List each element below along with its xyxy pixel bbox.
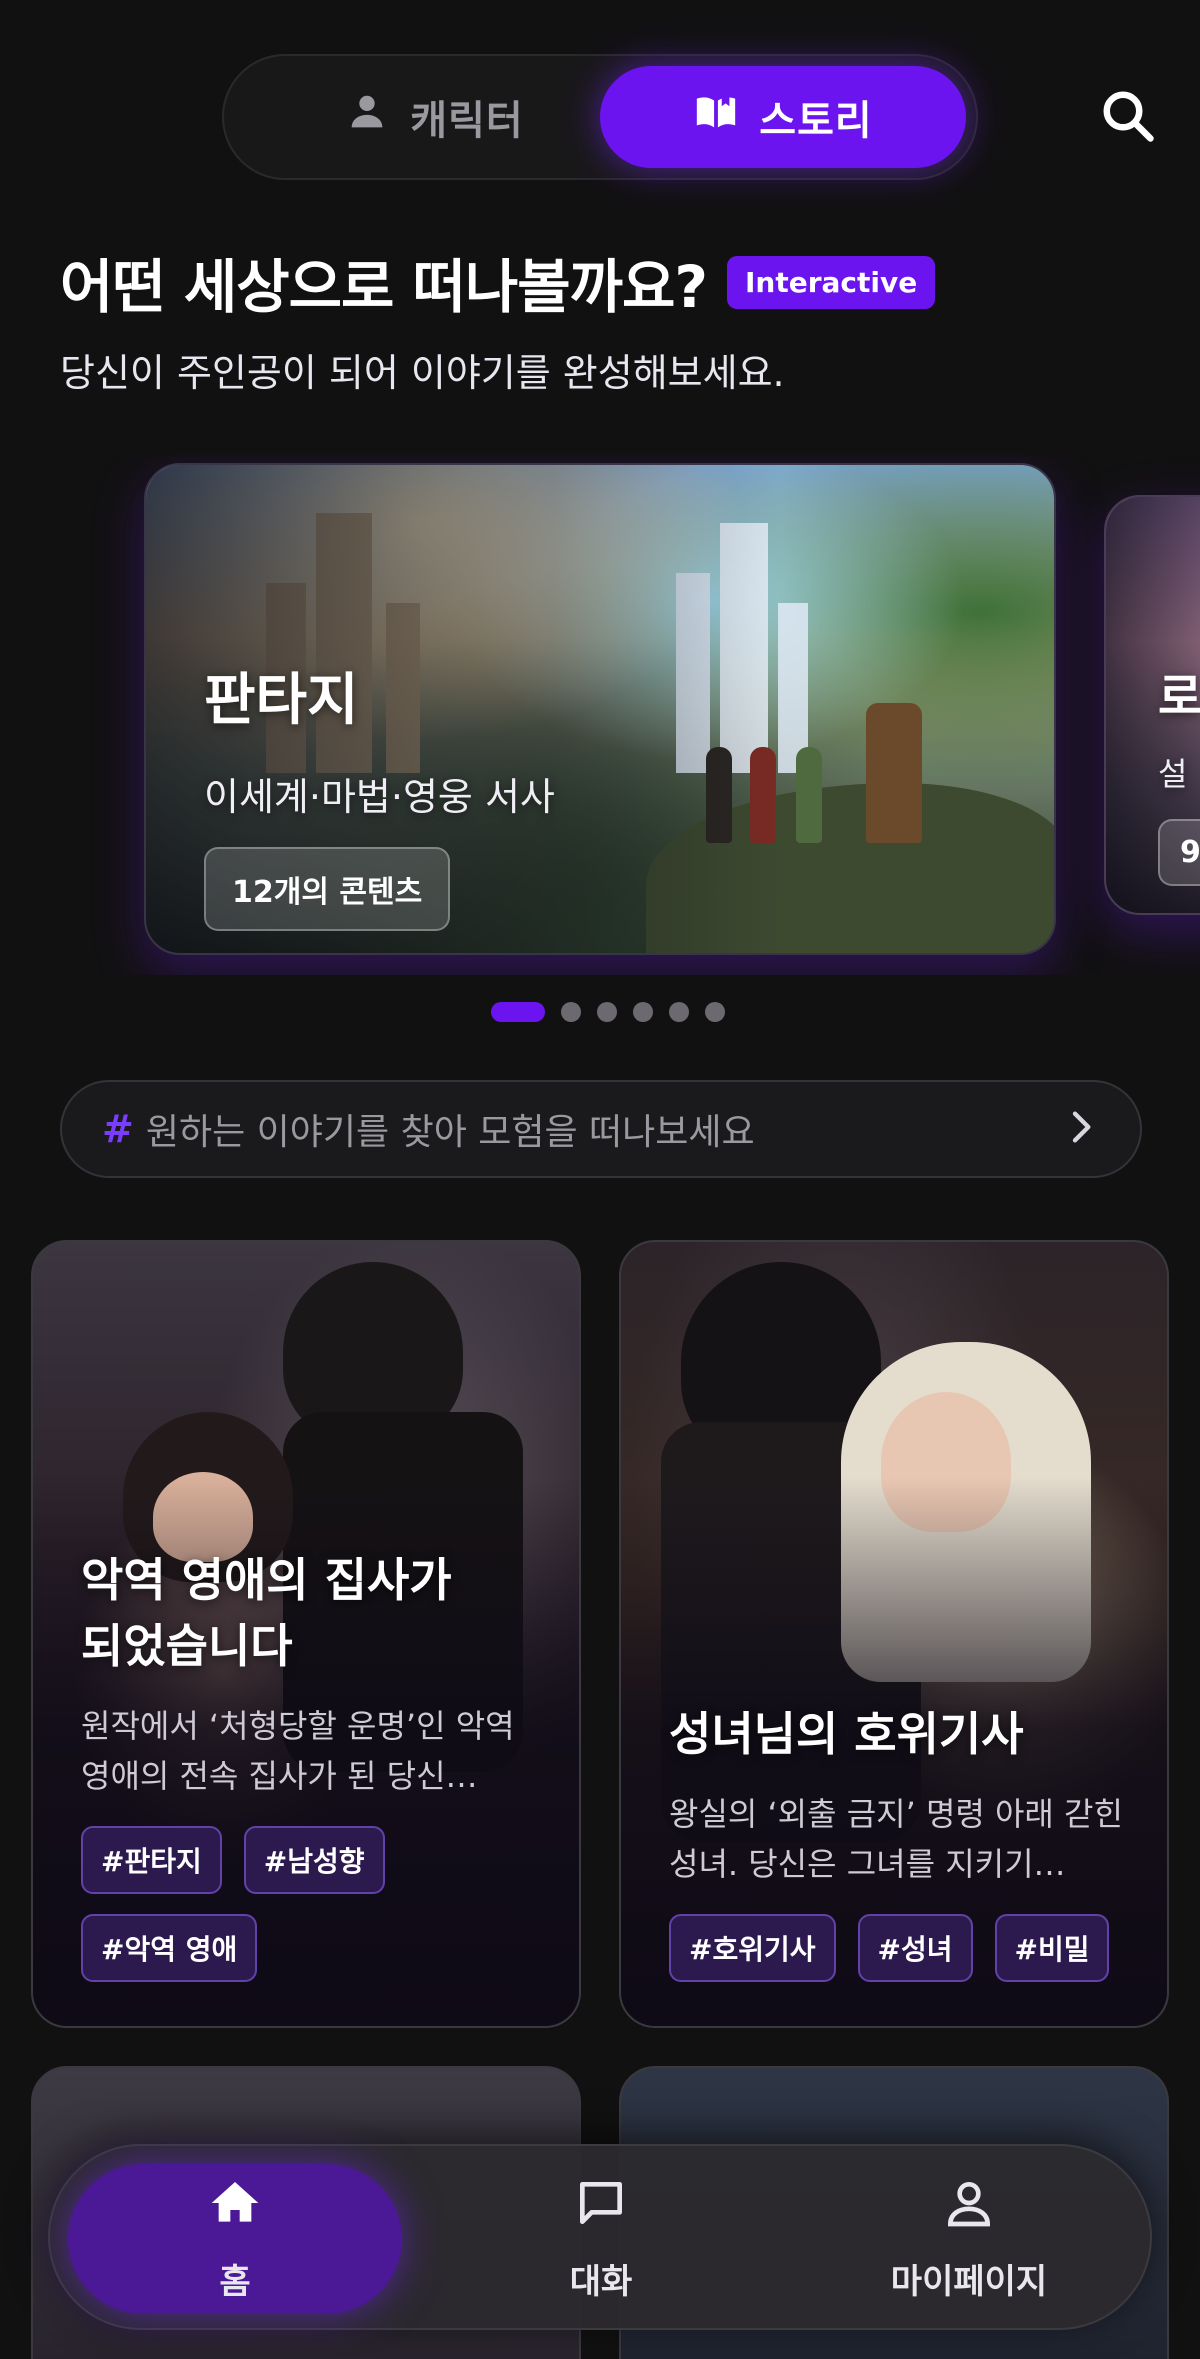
story-tag[interactable]: #비밀 xyxy=(994,1914,1110,1982)
interactive-badge: Interactive xyxy=(727,255,936,309)
book-open-icon xyxy=(693,89,739,145)
bottom-navigation: 홈 대화 마이페이지 xyxy=(48,2144,1152,2330)
top-bar: 캐릭터 스토리 xyxy=(0,0,1200,200)
tab-story[interactable]: 스토리 xyxy=(600,66,966,168)
tag-search-prompt-text: 원하는 이야기를 찾아 모험을 떠나보세요 xyxy=(145,1112,755,1153)
story-tag-list: #호위기사 #성녀 #비밀 xyxy=(669,1914,1127,1982)
genre-card-next[interactable]: 로 설 9 xyxy=(1104,495,1200,915)
person-icon xyxy=(344,89,390,145)
carousel-pagination xyxy=(0,1002,1200,1022)
story-title: 성녀님의 호위기사 xyxy=(669,1701,1127,1768)
content-count-badge: 12개의 콘텐츠 xyxy=(204,847,451,931)
story-title-line: 악역 영애의 집사가 xyxy=(81,1552,452,1607)
chat-bubble-icon xyxy=(573,2175,629,2240)
pagination-dot[interactable] xyxy=(669,1002,689,1022)
genre-title: 판타지 xyxy=(204,668,359,733)
person-outline-icon xyxy=(941,2175,997,2240)
genre-card-body: 판타지 이세계·마법·영웅 서사 12개의 콘텐츠 xyxy=(204,655,555,931)
content-type-toggle: 캐릭터 스토리 xyxy=(222,54,978,180)
genre-carousel[interactable]: 판타지 이세계·마법·영웅 서사 12개의 콘텐츠 로 설 9 xyxy=(0,455,1200,975)
story-title-line: 성녀님의 호위기사 xyxy=(669,1707,1024,1762)
tag-search-prompt[interactable]: # 원하는 이야기를 찾아 모험을 떠나보세요 xyxy=(60,1080,1142,1178)
nav-mypage[interactable]: 마이페이지 xyxy=(802,2164,1136,2314)
pagination-dot[interactable] xyxy=(633,1002,653,1022)
nav-chat-label: 대화 xyxy=(569,2262,633,2302)
genre-card-body: 로 설 9 xyxy=(1158,657,1200,886)
tab-story-label: 스토리 xyxy=(759,98,873,144)
nav-home[interactable]: 홈 xyxy=(68,2164,402,2314)
page-subtitle: 당신이 주인공이 되어 이야기를 완성해보세요. xyxy=(60,351,785,395)
content-count-badge: 9 xyxy=(1158,819,1200,886)
story-card-body: 성녀님의 호위기사 왕실의 ‘외출 금지’ 명령 아래 갇힌 성녀. 당신은 그… xyxy=(669,1701,1127,1982)
tab-character-label: 캐릭터 xyxy=(410,98,524,144)
genre-description: 이세계·마법·영웅 서사 xyxy=(204,775,555,819)
story-tag[interactable]: #성녀 xyxy=(857,1914,973,1982)
story-tag[interactable]: #호위기사 xyxy=(669,1914,836,1982)
genre-title: 로 xyxy=(1158,669,1200,725)
pagination-dot-active[interactable] xyxy=(491,1002,545,1022)
page-heading: 어떤 세상으로 떠나볼까요? Interactive xyxy=(60,240,936,324)
chevron-right-icon xyxy=(1060,1107,1100,1151)
genre-card-fantasy[interactable]: 판타지 이세계·마법·영웅 서사 12개의 콘텐츠 xyxy=(144,463,1056,955)
pagination-dot[interactable] xyxy=(597,1002,617,1022)
nav-mypage-label: 마이페이지 xyxy=(890,2262,1048,2302)
pagination-dot[interactable] xyxy=(705,1002,725,1022)
story-card-body: 악역 영애의 집사가 되었습니다 원작에서 ‘처형당할 운명’인 악역 영애의 … xyxy=(81,1547,539,1982)
tab-character[interactable]: 캐릭터 xyxy=(284,66,584,168)
story-card-saint-guard[interactable]: 성녀님의 호위기사 왕실의 ‘외출 금지’ 명령 아래 갇힌 성녀. 당신은 그… xyxy=(619,1240,1169,2028)
story-description: 왕실의 ‘외출 금지’ 명령 아래 갇힌 성녀. 당신은 그녀를 지키기… xyxy=(669,1795,1123,1883)
story-tag-list: #판타지 #남성향 #악역 영애 xyxy=(81,1826,539,1982)
story-title-line: 되었습니다 xyxy=(81,1619,293,1674)
story-card-villainess-butler[interactable]: 악역 영애의 집사가 되었습니다 원작에서 ‘처형당할 운명’인 악역 영애의 … xyxy=(31,1240,581,2028)
genre-description: 설 xyxy=(1158,755,1188,793)
home-icon xyxy=(207,2175,263,2240)
story-tag[interactable]: #악역 영애 xyxy=(81,1914,258,1982)
search-icon xyxy=(1098,91,1158,150)
nav-chat[interactable]: 대화 xyxy=(434,2164,768,2314)
hash-icon: # xyxy=(102,1107,134,1151)
page-title: 어떤 세상으로 떠나볼까요? xyxy=(60,253,708,321)
story-tag[interactable]: #남성향 xyxy=(243,1826,385,1894)
pagination-dot[interactable] xyxy=(561,1002,581,1022)
story-tag[interactable]: #판타지 xyxy=(81,1826,222,1894)
story-title: 악역 영애의 집사가 되었습니다 xyxy=(81,1547,539,1680)
search-button[interactable] xyxy=(1098,86,1158,146)
story-description: 원작에서 ‘처형당할 운명’인 악역 영애의 전속 집사가 된 당신… xyxy=(81,1707,515,1795)
nav-home-label: 홈 xyxy=(219,2262,251,2302)
